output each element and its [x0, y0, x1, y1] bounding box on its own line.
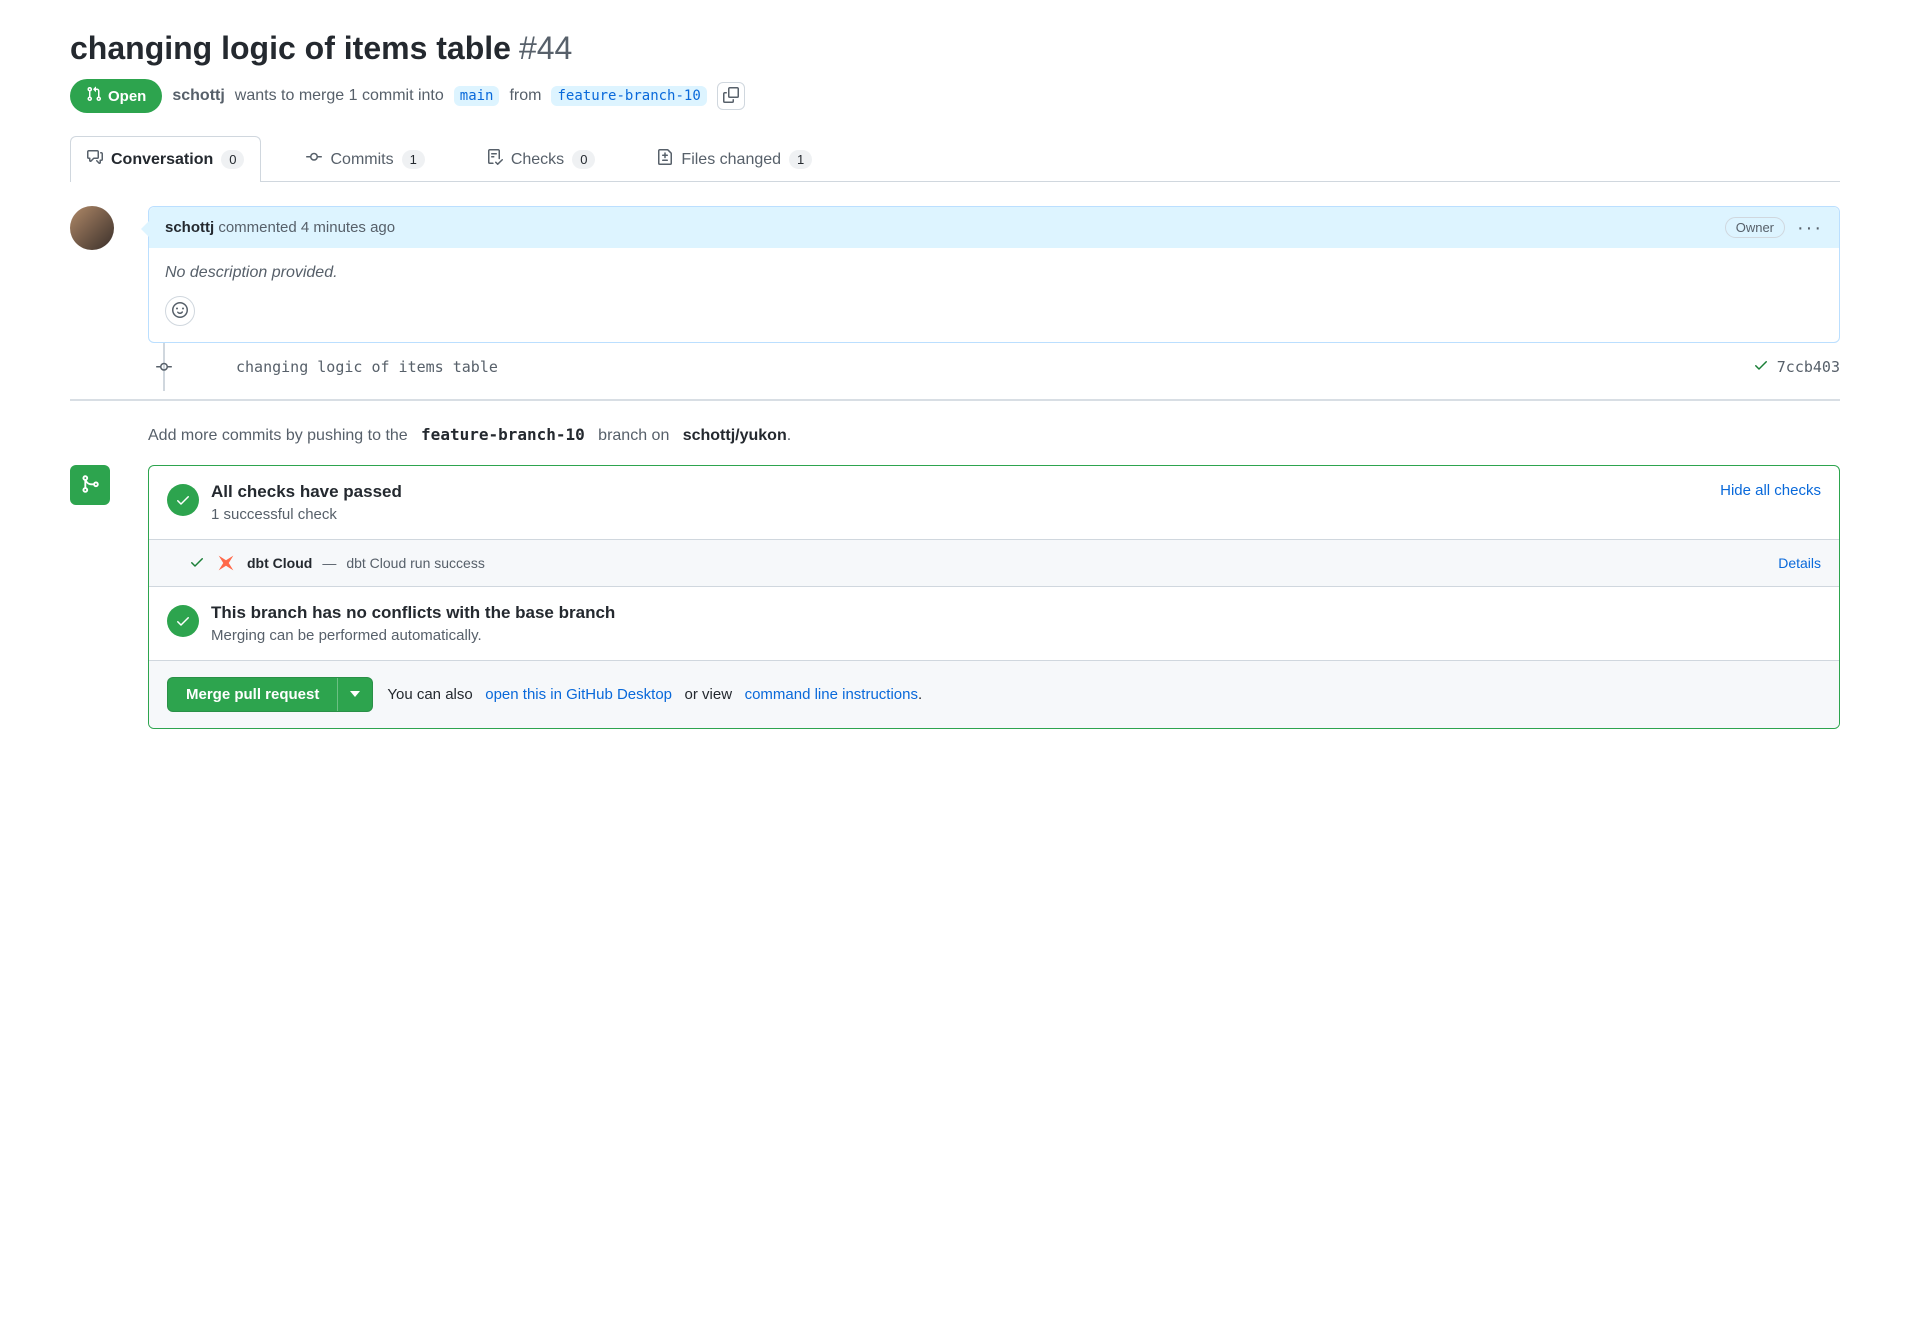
merge-text: wants to merge 1 commit into: [235, 87, 444, 105]
push-hint-middle: branch on: [598, 427, 669, 444]
git-pull-request-icon: [86, 86, 102, 106]
timeline-divider: [70, 399, 1840, 401]
tab-checks[interactable]: Checks 0: [470, 136, 613, 182]
tab-conversation[interactable]: Conversation 0: [70, 136, 261, 182]
tab-files-changed[interactable]: Files changed 1: [640, 136, 829, 182]
comment-time[interactable]: 4 minutes ago: [301, 219, 395, 236]
merge-pull-request-button[interactable]: Merge pull request: [168, 678, 337, 711]
merge-action-row: Merge pull request You can also open thi…: [149, 661, 1839, 728]
command-line-instructions-link[interactable]: command line instructions: [745, 686, 918, 703]
state-label: Open: [108, 88, 146, 105]
triangle-down-icon: [350, 686, 360, 703]
merge-options-dropdown[interactable]: [337, 678, 372, 711]
tab-counter: 1: [789, 150, 812, 169]
commit-message[interactable]: changing logic of items table: [236, 358, 498, 376]
pr-tabnav: Conversation 0 Commits 1 Checks 0 Files …: [70, 135, 1840, 182]
tab-counter: 0: [221, 150, 244, 169]
checklist-icon: [487, 149, 503, 170]
comment-action: commented: [218, 219, 296, 236]
owner-badge: Owner: [1725, 217, 1785, 238]
conflict-status-row: This branch has no conflicts with the ba…: [149, 587, 1839, 661]
push-hint-prefix: Add more commits by pushing to the: [148, 427, 408, 444]
pr-meta-row: Open schottj wants to merge 1 commit int…: [70, 79, 1840, 113]
push-hint-repo: schottj/yukon: [683, 427, 787, 444]
check-separator: —: [322, 555, 336, 571]
base-branch[interactable]: main: [454, 86, 500, 106]
merge-box: All checks have passed 1 successful chec…: [148, 465, 1840, 729]
pr-title-row: changing logic of items table #44: [70, 30, 1840, 67]
no-description-text: No description provided.: [165, 264, 1823, 282]
tab-counter: 0: [572, 150, 595, 169]
tab-commits[interactable]: Commits 1: [289, 136, 441, 182]
file-diff-icon: [657, 149, 673, 170]
checks-status-row: All checks have passed 1 successful chec…: [149, 466, 1839, 540]
merge-hint-mid: or view: [685, 686, 733, 703]
discussion-timeline: schottj commented 4 minutes ago Owner ··…: [70, 206, 1840, 729]
tab-counter: 1: [402, 150, 425, 169]
comment-discussion-icon: [87, 149, 103, 170]
open-in-desktop-link[interactable]: open this in GitHub Desktop: [485, 686, 672, 703]
pr-header: changing logic of items table #44 Open s…: [70, 30, 1840, 113]
merge-status-area: All checks have passed 1 successful chec…: [148, 465, 1840, 729]
check-circle-icon: [167, 605, 199, 637]
state-badge-open: Open: [70, 79, 162, 113]
pr-description-comment: schottj commented 4 minutes ago Owner ··…: [148, 206, 1840, 343]
timeline-commit-row: changing logic of items table 7ccb403: [148, 343, 1840, 391]
git-merge-badge: [70, 465, 110, 505]
pr-title: changing logic of items table: [70, 30, 511, 67]
git-merge-icon: [80, 474, 100, 497]
tab-label: Checks: [511, 151, 564, 169]
check-icon: [189, 554, 205, 573]
check-circle-icon: [167, 484, 199, 516]
dbt-logo-icon: [215, 552, 237, 574]
from-word: from: [509, 87, 541, 105]
push-hint-suffix: .: [787, 427, 791, 444]
add-reaction-button[interactable]: [165, 296, 195, 326]
push-hint: Add more commits by pushing to the featu…: [148, 421, 1840, 465]
author-avatar[interactable]: [70, 206, 114, 250]
copy-branch-button[interactable]: [717, 82, 745, 110]
smiley-icon: [172, 302, 188, 321]
pr-author[interactable]: schottj: [172, 87, 224, 105]
comment-author[interactable]: schottj: [165, 219, 214, 236]
checks-title: All checks have passed: [211, 482, 402, 502]
hide-all-checks-link[interactable]: Hide all checks: [1720, 482, 1821, 499]
checks-subtitle: 1 successful check: [211, 506, 402, 523]
merge-hint: You can also open this in GitHub Desktop…: [387, 686, 922, 703]
head-branch[interactable]: feature-branch-10: [551, 86, 706, 106]
tab-label: Commits: [330, 151, 393, 169]
copy-icon: [723, 87, 739, 106]
tab-label: Conversation: [111, 151, 213, 169]
git-commit-icon: [154, 357, 174, 377]
comment-body: No description provided.: [149, 248, 1839, 342]
merge-hint-suffix: .: [918, 686, 922, 703]
conflict-title: This branch has no conflicts with the ba…: [211, 603, 615, 623]
merge-hint-prefix: You can also: [387, 686, 472, 703]
merge-pull-request-button-group: Merge pull request: [167, 677, 373, 712]
check-details-link[interactable]: Details: [1778, 555, 1821, 571]
push-hint-branch: feature-branch-10: [421, 425, 585, 444]
check-icon[interactable]: [1753, 357, 1769, 377]
check-name[interactable]: dbt Cloud: [247, 555, 312, 571]
tab-label: Files changed: [681, 151, 781, 169]
conflict-subtitle: Merging can be performed automatically.: [211, 627, 615, 644]
comment-header: schottj commented 4 minutes ago Owner ··…: [149, 207, 1839, 248]
comment-actions-menu[interactable]: ···: [1797, 218, 1823, 238]
check-description: dbt Cloud run success: [346, 555, 485, 571]
check-detail-row: dbt Cloud — dbt Cloud run success Detail…: [149, 540, 1839, 587]
commit-sha[interactable]: 7ccb403: [1777, 358, 1840, 376]
pr-number: #44: [519, 30, 572, 67]
git-commit-icon: [306, 149, 322, 170]
